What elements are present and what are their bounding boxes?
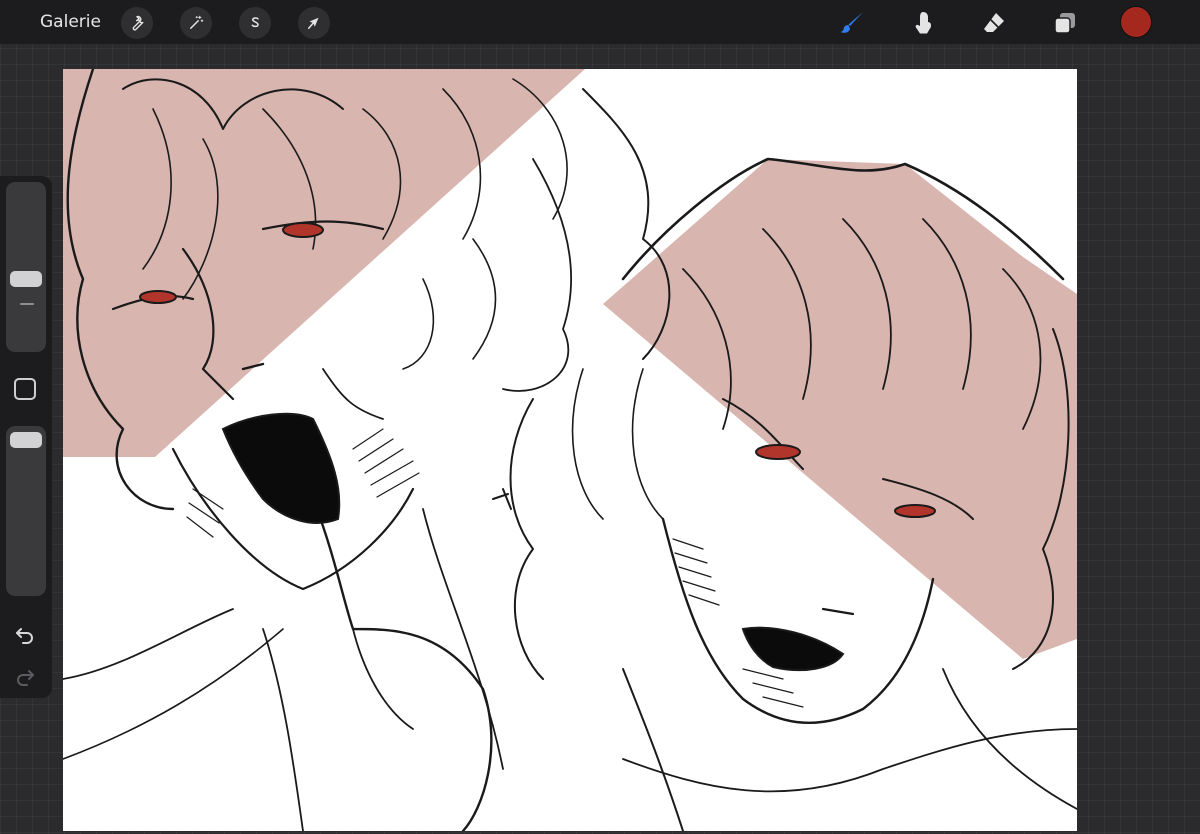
brush-icon [840, 12, 863, 33]
magic-wand-button[interactable] [180, 7, 212, 39]
top-toolbar: Galerie [0, 0, 1200, 44]
undo-icon [16, 628, 33, 644]
redo-icon [17, 670, 34, 686]
smudge-tool-button[interactable] [906, 6, 940, 40]
modify-square-icon[interactable] [14, 378, 36, 400]
brush-size-thumb[interactable] [10, 271, 42, 287]
sidebar [0, 176, 52, 698]
gallery-button[interactable]: Galerie [40, 11, 101, 33]
magic-wand-icon [190, 15, 204, 29]
brush-size-tick [20, 303, 34, 305]
eraser-icon [984, 13, 1004, 32]
arrow-cursor-icon [308, 17, 319, 29]
opacity-thumb[interactable] [10, 432, 42, 448]
opacity-slider[interactable] [6, 426, 46, 596]
selection-s-icon [251, 17, 259, 28]
drawing-canvas[interactable] [63, 69, 1077, 831]
smudge-finger-icon [915, 12, 931, 34]
redo-button[interactable] [12, 664, 38, 690]
layers-button[interactable] [1048, 6, 1082, 40]
brush-tool-button[interactable] [835, 6, 869, 40]
transform-button[interactable] [298, 7, 330, 39]
undo-button[interactable] [12, 622, 38, 648]
pink-band-left [63, 69, 585, 457]
layers-icon [1054, 13, 1075, 34]
brush-size-slider[interactable] [6, 182, 46, 352]
wrench-button[interactable] [121, 7, 153, 39]
selection-button[interactable] [239, 7, 271, 39]
artwork [63, 69, 1077, 831]
eraser-tool-button[interactable] [977, 6, 1011, 40]
color-picker-button[interactable] [1121, 7, 1151, 37]
pink-band-right [603, 159, 1077, 659]
wrench-icon [132, 15, 144, 31]
